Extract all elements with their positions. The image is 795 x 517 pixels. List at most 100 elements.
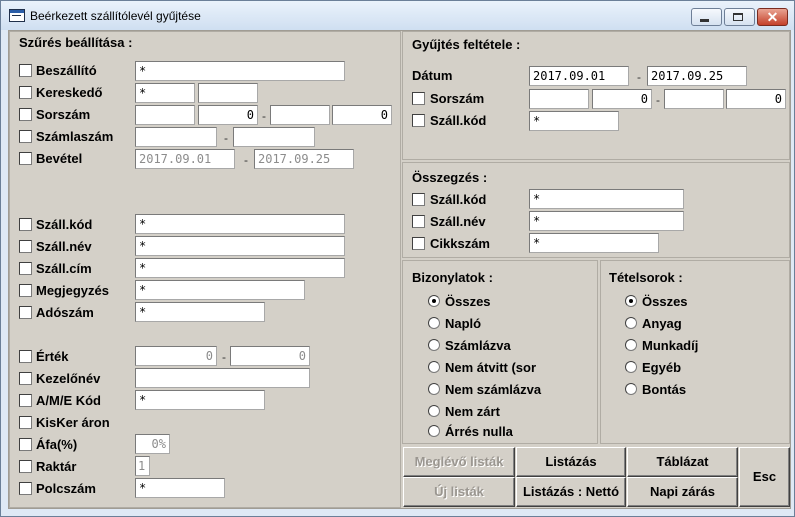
ship-address-checkbox[interactable] [19, 262, 32, 275]
table-button[interactable]: Táblázat [627, 447, 738, 477]
ship-code-input[interactable]: * [135, 214, 345, 234]
ship-address-input[interactable]: * [135, 258, 345, 278]
amount-checkbox[interactable] [19, 350, 32, 363]
documents-option-0-radio[interactable] [428, 295, 440, 307]
listing-button[interactable]: Listázás [516, 447, 626, 477]
ship-name-checkbox[interactable] [19, 240, 32, 253]
documents-option-2-radio[interactable] [428, 339, 440, 351]
collect-serial-to-prefix[interactable] [664, 89, 724, 109]
documents-option-3-label[interactable]: Nem átvitt (sor [445, 360, 565, 375]
vat-input[interactable]: 0% [135, 434, 170, 454]
vat-checkbox[interactable] [19, 438, 32, 451]
documents-option-5-label[interactable]: Nem zárt [445, 404, 500, 419]
close-button[interactable]: ✕ [757, 8, 788, 26]
note-input[interactable]: * [135, 280, 305, 300]
lines-option-4-radio[interactable] [625, 383, 637, 395]
documents-option-1-label[interactable]: Napló [445, 316, 481, 331]
trader-input-2[interactable] [198, 83, 258, 103]
lines-option-0-radio[interactable] [625, 295, 637, 307]
documents-option-2-label[interactable]: Számlázva [445, 338, 511, 353]
collect-serial-from-prefix[interactable] [529, 89, 589, 109]
window-title: Beérkezett szállítólevél gyűjtése [30, 9, 201, 23]
documents-option-3-radio[interactable] [428, 361, 440, 373]
supplier-input[interactable]: * [135, 61, 345, 81]
revenue-to-date[interactable]: 2017.09.25 [254, 149, 354, 169]
serial-from-prefix[interactable] [135, 105, 195, 125]
lines-option-3-radio[interactable] [625, 361, 637, 373]
documents-option-4-radio[interactable] [428, 383, 440, 395]
maximize-icon [733, 13, 743, 21]
operator-input[interactable] [135, 368, 310, 388]
lines-option-4-label[interactable]: Bontás [642, 382, 686, 397]
trader-input[interactable]: * [135, 83, 195, 103]
summary-item-no-input[interactable]: * [529, 233, 659, 253]
minimize-button[interactable] [691, 8, 722, 26]
note-checkbox[interactable] [19, 284, 32, 297]
lines-option-1-radio[interactable] [625, 317, 637, 329]
serial-checkbox[interactable] [19, 108, 32, 121]
documents-option-4-label[interactable]: Nem számlázva [445, 382, 541, 397]
amount-to-input[interactable]: 0 [230, 346, 310, 366]
lines-option-2-label[interactable]: Munkadíj [642, 338, 698, 353]
date-from-input[interactable]: 2017.09.01 [529, 66, 629, 86]
shelf-checkbox[interactable] [19, 482, 32, 495]
invoice-no-label: Számlaszám [36, 129, 114, 144]
warehouse-label: Raktár [36, 459, 77, 474]
ship-address-label: Száll.cím [36, 261, 92, 276]
serial-range-dash: - [262, 109, 266, 123]
revenue-from-date[interactable]: 2017.09.01 [135, 149, 235, 169]
shelf-label: Polcszám [36, 481, 96, 496]
serial-to-input[interactable]: 0 [332, 105, 392, 125]
lines-option-1-label[interactable]: Anyag [642, 316, 682, 331]
revenue-checkbox[interactable] [19, 152, 32, 165]
ame-code-checkbox[interactable] [19, 394, 32, 407]
ship-code-checkbox[interactable] [19, 218, 32, 231]
invoice-no-to-input[interactable] [233, 127, 315, 147]
date-label: Dátum [412, 68, 453, 83]
summary-ship-name-checkbox[interactable] [412, 215, 425, 228]
collect-serial-to-input[interactable]: 0 [726, 89, 786, 109]
lines-option-3-label[interactable]: Egyéb [642, 360, 681, 375]
lines-option-2-radio[interactable] [625, 339, 637, 351]
collect-serial-from-input[interactable]: 0 [592, 89, 652, 109]
serial-to-prefix[interactable] [270, 105, 330, 125]
collect-serial-checkbox[interactable] [412, 92, 425, 105]
maximize-button[interactable] [724, 8, 755, 26]
lines-option-0-label[interactable]: Összes [642, 294, 688, 309]
minimize-icon [700, 19, 709, 22]
collect-ship-code-input[interactable]: * [529, 111, 619, 131]
kisker-checkbox[interactable] [19, 416, 32, 429]
invoice-no-from-input[interactable] [135, 127, 217, 147]
documents-option-6-label[interactable]: Árrés nulla [445, 424, 513, 439]
serial-from-input[interactable]: 0 [198, 105, 258, 125]
warehouse-input[interactable]: 1 [135, 456, 150, 476]
shelf-input[interactable]: * [135, 478, 225, 498]
summary-ship-code-checkbox[interactable] [412, 193, 425, 206]
documents-option-6-radio[interactable] [428, 425, 440, 437]
documents-option-5-radio[interactable] [428, 405, 440, 417]
operator-checkbox[interactable] [19, 372, 32, 385]
documents-option-0-label[interactable]: Összes [445, 294, 491, 309]
new-lists-button[interactable]: Új listák [403, 477, 515, 507]
esc-button[interactable]: Esc [739, 447, 790, 507]
collect-ship-code-checkbox[interactable] [412, 114, 425, 127]
ship-name-input[interactable]: * [135, 236, 345, 256]
date-to-input[interactable]: 2017.09.25 [647, 66, 747, 86]
documents-option-1-radio[interactable] [428, 317, 440, 329]
summary-ship-code-input[interactable]: * [529, 189, 684, 209]
tax-no-checkbox[interactable] [19, 306, 32, 319]
listing-net-button[interactable]: Listázás : Nettó [516, 477, 626, 507]
trader-checkbox[interactable] [19, 86, 32, 99]
tax-no-input[interactable]: * [135, 302, 265, 322]
existing-lists-button[interactable]: Meglévő listák [403, 447, 515, 477]
daily-close-button[interactable]: Napi zárás [627, 477, 738, 507]
invoice-no-checkbox[interactable] [19, 130, 32, 143]
lines-title: Tételsorok : [609, 270, 683, 285]
summary-item-no-checkbox[interactable] [412, 237, 425, 250]
amount-label: Érték [36, 349, 69, 364]
ame-code-input[interactable]: * [135, 390, 265, 410]
summary-ship-name-input[interactable]: * [529, 211, 684, 231]
amount-from-input[interactable]: 0 [135, 346, 217, 366]
warehouse-checkbox[interactable] [19, 460, 32, 473]
supplier-checkbox[interactable] [19, 64, 32, 77]
